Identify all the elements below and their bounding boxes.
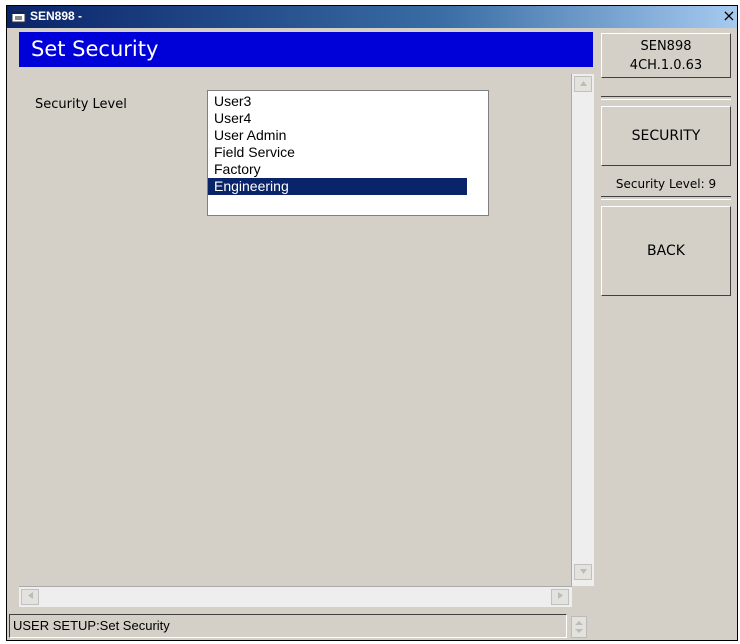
triangle-down-icon (579, 569, 587, 574)
divider (601, 196, 731, 200)
scroll-right-button[interactable] (551, 589, 569, 605)
security-level-label: Security Level (35, 97, 127, 112)
status-text: USER SETUP:Set Security (13, 618, 170, 633)
title-bar[interactable]: SEN898 - × (7, 6, 737, 28)
divider (601, 96, 731, 100)
spin-arrows-icon (575, 621, 583, 633)
back-button[interactable]: BACK (601, 206, 731, 296)
list-item[interactable]: Factory (208, 161, 467, 178)
security-button[interactable]: SECURITY (601, 106, 731, 166)
scroll-left-button[interactable] (21, 589, 39, 605)
triangle-right-icon (557, 592, 563, 599)
close-icon[interactable]: × (721, 7, 737, 25)
device-name: SEN898 (640, 39, 692, 54)
window-title: SEN898 - (30, 9, 83, 23)
triangle-up-icon (579, 81, 587, 86)
list-item[interactable]: User4 (208, 110, 467, 127)
scroll-up-button[interactable] (574, 76, 592, 92)
status-bar: USER SETUP:Set Security (9, 614, 567, 638)
list-item[interactable]: User3 (208, 93, 467, 110)
main-horizontal-scrollbar[interactable] (19, 586, 572, 607)
main-vertical-scrollbar[interactable] (571, 74, 594, 586)
security-level-listbox[interactable]: User3 User4 User Admin Field Service Fac… (207, 90, 489, 216)
status-spin-control[interactable] (571, 616, 587, 638)
triangle-left-icon (27, 592, 33, 599)
page-title: Set Security (31, 37, 159, 61)
list-item-selected[interactable]: Engineering (208, 178, 467, 195)
scroll-down-button[interactable] (574, 564, 592, 580)
list-item[interactable]: Field Service (208, 144, 467, 161)
list-item[interactable]: User Admin (208, 127, 467, 144)
security-level-status: Security Level: 9 (615, 177, 717, 191)
app-window-icon (12, 10, 26, 23)
application-window: SEN898 - × Set Security Security Level U… (6, 5, 738, 641)
right-panel: SEN898 4CH.1.0.63 SECURITY Security Leve… (597, 30, 735, 640)
firmware-version: 4CH.1.0.63 (629, 58, 703, 73)
version-box: SEN898 4CH.1.0.63 (601, 33, 731, 78)
page-header-banner: Set Security (19, 32, 593, 67)
